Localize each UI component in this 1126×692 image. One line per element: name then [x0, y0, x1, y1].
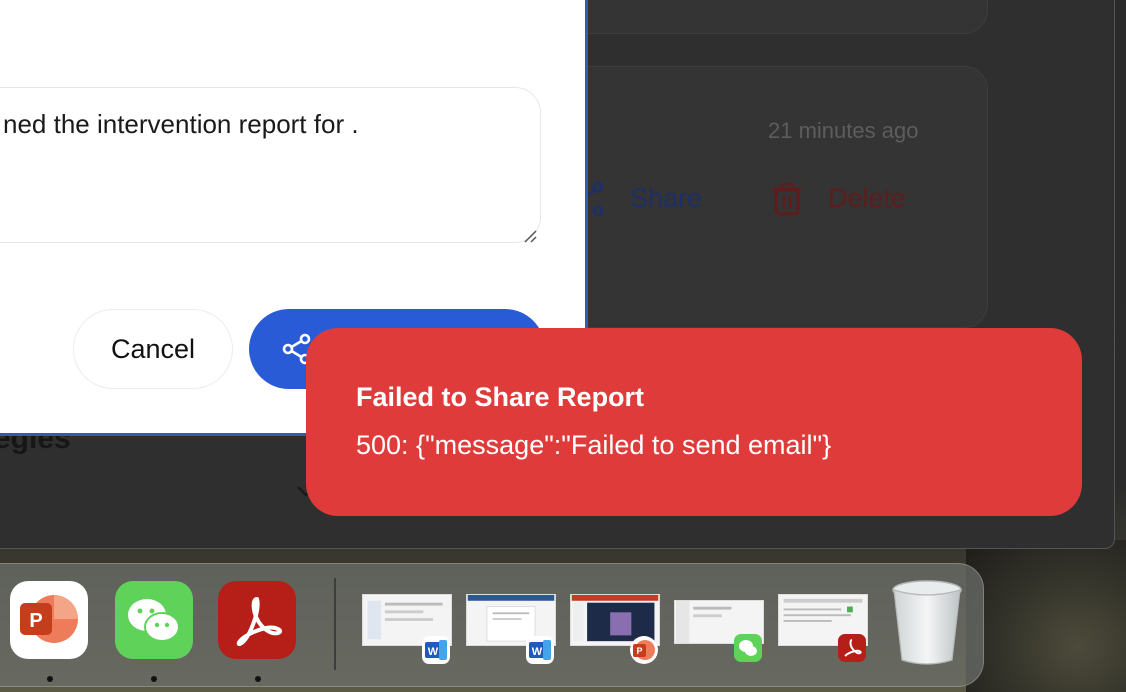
svg-text:P: P: [29, 610, 42, 632]
powerpoint-icon: P: [630, 636, 658, 664]
dock-app-wechat[interactable]: [115, 581, 193, 659]
svg-text:W: W: [428, 646, 439, 658]
running-indicator: [47, 676, 53, 682]
report-card-previous: [560, 0, 988, 34]
running-indicator: [151, 676, 157, 682]
svg-text:W: W: [532, 646, 543, 658]
acrobat-icon: [838, 634, 866, 662]
cancel-button[interactable]: Cancel: [73, 309, 233, 389]
running-indicator: [255, 676, 261, 682]
message-textarea-text: ned the intervention report for .: [3, 109, 359, 139]
word-icon: W: [422, 636, 450, 664]
toast-description: 500: {"message":"Failed to send email"}: [356, 430, 832, 460]
word-icon: W: [526, 636, 554, 664]
report-card-share-button[interactable]: Share: [630, 183, 702, 214]
wechat-icon: [128, 599, 180, 642]
resize-handle-icon[interactable]: [523, 229, 537, 243]
acrobat-icon: [236, 597, 283, 647]
wechat-icon: [734, 634, 762, 662]
error-toast[interactable]: Failed to Share Report 500: {"message":"…: [306, 328, 1082, 516]
report-card-delete-button[interactable]: Delete: [828, 183, 906, 214]
report-card-timestamp: 21 minutes ago: [768, 118, 919, 143]
toast-title: Failed to Share Report: [356, 382, 645, 412]
dock-app-powerpoint[interactable]: P: [10, 581, 88, 659]
svg-text:P: P: [636, 646, 642, 656]
trash-icon: [773, 182, 801, 216]
powerpoint-icon: P: [20, 595, 78, 643]
trash-icon[interactable]: [890, 578, 964, 666]
desktop-wallpaper-corner: [966, 540, 1126, 692]
dock-divider: [334, 578, 336, 670]
dock-app-acrobat[interactable]: [218, 581, 296, 659]
